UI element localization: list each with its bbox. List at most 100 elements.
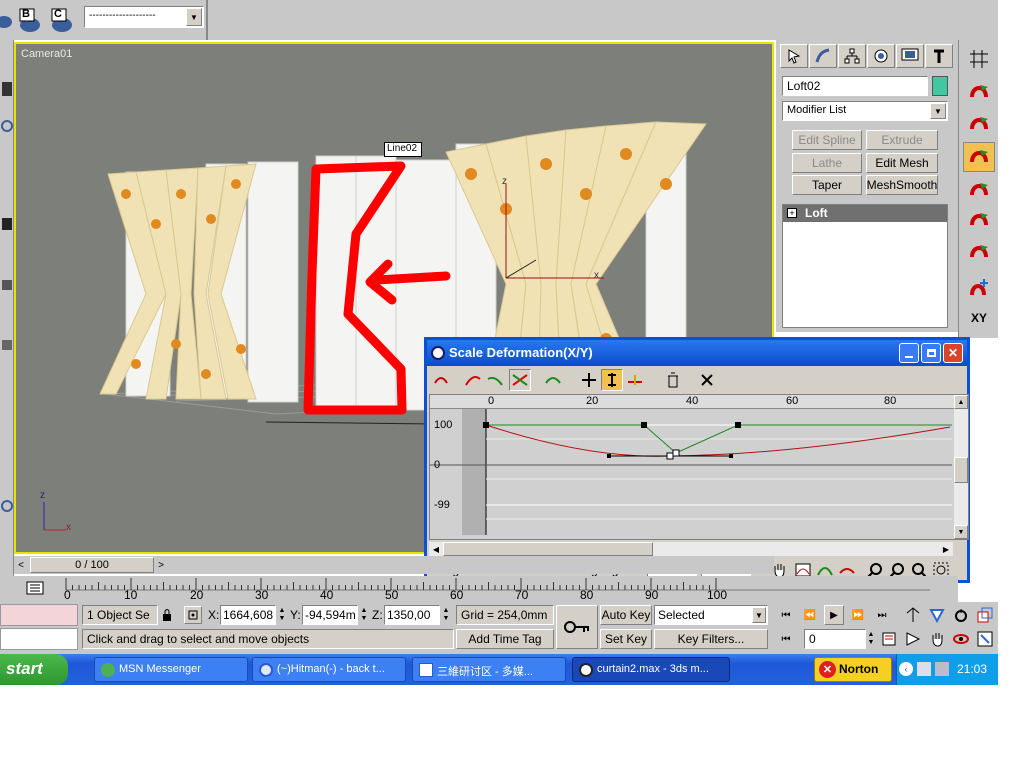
taskbar-item-3dsmax[interactable]: curtain2.max - 3ds m...	[572, 657, 730, 682]
time-slider-next-icon[interactable]: >	[154, 557, 168, 573]
key-filters-button[interactable]: Key Filters...	[654, 629, 768, 649]
time-slider-thumb[interactable]: 0 / 100	[30, 557, 154, 573]
lock-icon[interactable]	[2, 218, 12, 230]
magnet-icon[interactable]	[963, 238, 995, 266]
set-key-button[interactable]: Set Key	[600, 629, 652, 649]
display-tab-icon[interactable]	[896, 44, 924, 68]
deformation-curves[interactable]	[430, 409, 954, 535]
stack-expand-icon[interactable]: +	[787, 208, 797, 218]
key-selection-dropdown[interactable]: Selected ▼	[654, 605, 768, 625]
vertical-scroll-thumb[interactable]	[954, 457, 968, 483]
volume-icon[interactable]	[935, 662, 949, 676]
link-tool-icon[interactable]	[2, 280, 12, 290]
play-icon[interactable]: ▶	[824, 605, 844, 625]
horizontal-scroll-thumb[interactable]	[443, 542, 653, 556]
magnet-icon[interactable]	[963, 176, 995, 204]
taskbar-item-browser-1[interactable]: (~)Hitman(-) - back t...	[252, 657, 406, 682]
swap-curves-icon[interactable]	[543, 370, 563, 390]
modify-tab-icon[interactable]	[809, 44, 837, 68]
edit-mesh-button[interactable]: Edit Mesh	[866, 153, 938, 173]
key-mode-toggle-icon[interactable]: ⏮	[776, 630, 796, 648]
delete-control-point-icon[interactable]	[663, 370, 683, 390]
utilities-tab-icon[interactable]	[925, 44, 953, 68]
select-tool-icon[interactable]	[2, 82, 12, 96]
meshsmooth-button[interactable]: MeshSmooth	[866, 175, 938, 195]
taskbar-item-browser-2[interactable]: 三維研讨区 - 多媒...	[412, 657, 566, 682]
display-xy-axes-icon[interactable]	[509, 369, 531, 391]
min-max-toggle-icon[interactable]	[974, 628, 996, 650]
scroll-down-icon[interactable]: ▼	[954, 525, 968, 539]
xy-constraint-icon[interactable]: XY	[963, 304, 995, 332]
z-spinner-icon[interactable]: ▲ ▼	[441, 605, 451, 625]
deformation-graph[interactable]: 0 20 40 60 80 100 0 -99 ▲ ▼	[429, 394, 969, 540]
zoom-all-icon[interactable]	[926, 604, 948, 626]
auto-key-button[interactable]: Auto Key	[600, 605, 652, 625]
grid-snap-icon[interactable]	[963, 44, 995, 74]
magnet-icon[interactable]	[963, 110, 995, 138]
display-y-axis-icon[interactable]	[485, 370, 505, 390]
motion-tab-icon[interactable]	[867, 44, 895, 68]
move-control-point-icon[interactable]	[579, 370, 599, 390]
teapot-c-button[interactable]: C	[48, 8, 76, 34]
y-coordinate-field[interactable]: -94,594m	[302, 605, 358, 625]
track-bar[interactable]: 0 10 20 30 40 50 60 70 80 90 100	[0, 576, 958, 602]
go-to-end-icon[interactable]: ⏭	[872, 606, 892, 624]
y-spinner-icon[interactable]: ▲ ▼	[359, 605, 369, 625]
set-key-mode-button[interactable]	[556, 605, 598, 649]
insert-corner-point-icon[interactable]	[625, 370, 645, 390]
maxscript-listener-top[interactable]	[0, 604, 78, 626]
dialog-titlebar[interactable]: Scale Deformation(X/Y) ✕	[427, 340, 967, 366]
norton-tray-button[interactable]: ✕ Norton	[814, 657, 892, 682]
scroll-left-icon[interactable]: ◀	[429, 542, 443, 556]
start-button[interactable]: start	[0, 654, 68, 685]
display-x-axis-icon[interactable]	[463, 370, 483, 390]
edit-spline-button[interactable]: Edit Spline	[792, 130, 862, 150]
selection-lock-icon[interactable]	[160, 606, 174, 624]
snap-tool-icon[interactable]	[2, 340, 12, 350]
magnet-icon[interactable]	[963, 78, 995, 106]
horizontal-scrollbar[interactable]: ◀ ▶	[429, 542, 953, 556]
track-view-toggle-icon[interactable]	[24, 578, 46, 598]
field-of-view-icon[interactable]	[950, 604, 972, 626]
teapot-b-button[interactable]: B	[16, 8, 44, 34]
x-spinner-icon[interactable]: ▲ ▼	[277, 605, 287, 625]
make-symmetrical-icon[interactable]	[431, 370, 451, 390]
vertical-scrollbar[interactable]: ▲ ▼	[954, 395, 968, 539]
minimize-button[interactable]	[899, 343, 919, 363]
maximize-button[interactable]	[921, 343, 941, 363]
close-button[interactable]: ✕	[943, 343, 963, 363]
current-frame-field[interactable]: 0	[804, 629, 866, 649]
rotate-tool-icon[interactable]	[1, 120, 13, 132]
orbit-camera-icon[interactable]	[950, 628, 972, 650]
hierarchy-tab-icon[interactable]	[838, 44, 866, 68]
network-icon[interactable]	[917, 662, 931, 676]
time-slider[interactable]: < 0 / 100 >	[14, 556, 774, 574]
absolute-mode-icon[interactable]	[184, 606, 202, 624]
maxscript-listener-bottom[interactable]	[0, 628, 78, 650]
z-coordinate-field[interactable]: 1350,00	[384, 605, 440, 625]
next-frame-icon[interactable]: ⏩	[848, 606, 868, 624]
maximize-toggle-icon[interactable]	[974, 604, 996, 626]
object-color-swatch[interactable]	[932, 76, 948, 96]
object-name-field[interactable]: Loft02	[782, 76, 928, 96]
modifier-list-dropdown[interactable]: Modifier List ▼	[782, 101, 948, 121]
taskbar-item-msn[interactable]: MSN Messenger	[94, 657, 248, 682]
teapot-render-icon[interactable]	[0, 10, 14, 32]
x-coordinate-field[interactable]: 1664,608	[220, 605, 276, 625]
tray-expand-icon[interactable]: ‹	[899, 662, 913, 676]
chevron-down-icon[interactable]: ▼	[930, 103, 946, 119]
pan-view-icon[interactable]	[926, 628, 948, 650]
mirror-tool-icon[interactable]	[1, 500, 13, 512]
time-configuration-icon[interactable]	[880, 630, 898, 648]
previous-frame-icon[interactable]: ⏪	[800, 606, 820, 624]
scale-control-point-icon[interactable]	[601, 369, 623, 391]
reset-curve-icon[interactable]	[697, 370, 717, 390]
chevron-down-icon[interactable]: ▼	[186, 8, 202, 26]
chevron-down-icon[interactable]: ▼	[752, 607, 766, 623]
dolly-camera-icon[interactable]	[902, 628, 924, 650]
magnet-snowflake-icon[interactable]	[963, 274, 995, 302]
scroll-up-icon[interactable]: ▲	[954, 395, 968, 409]
taper-button[interactable]: Taper	[792, 175, 862, 195]
scroll-right-icon[interactable]: ▶	[939, 542, 953, 556]
lathe-button[interactable]: Lathe	[792, 153, 862, 173]
